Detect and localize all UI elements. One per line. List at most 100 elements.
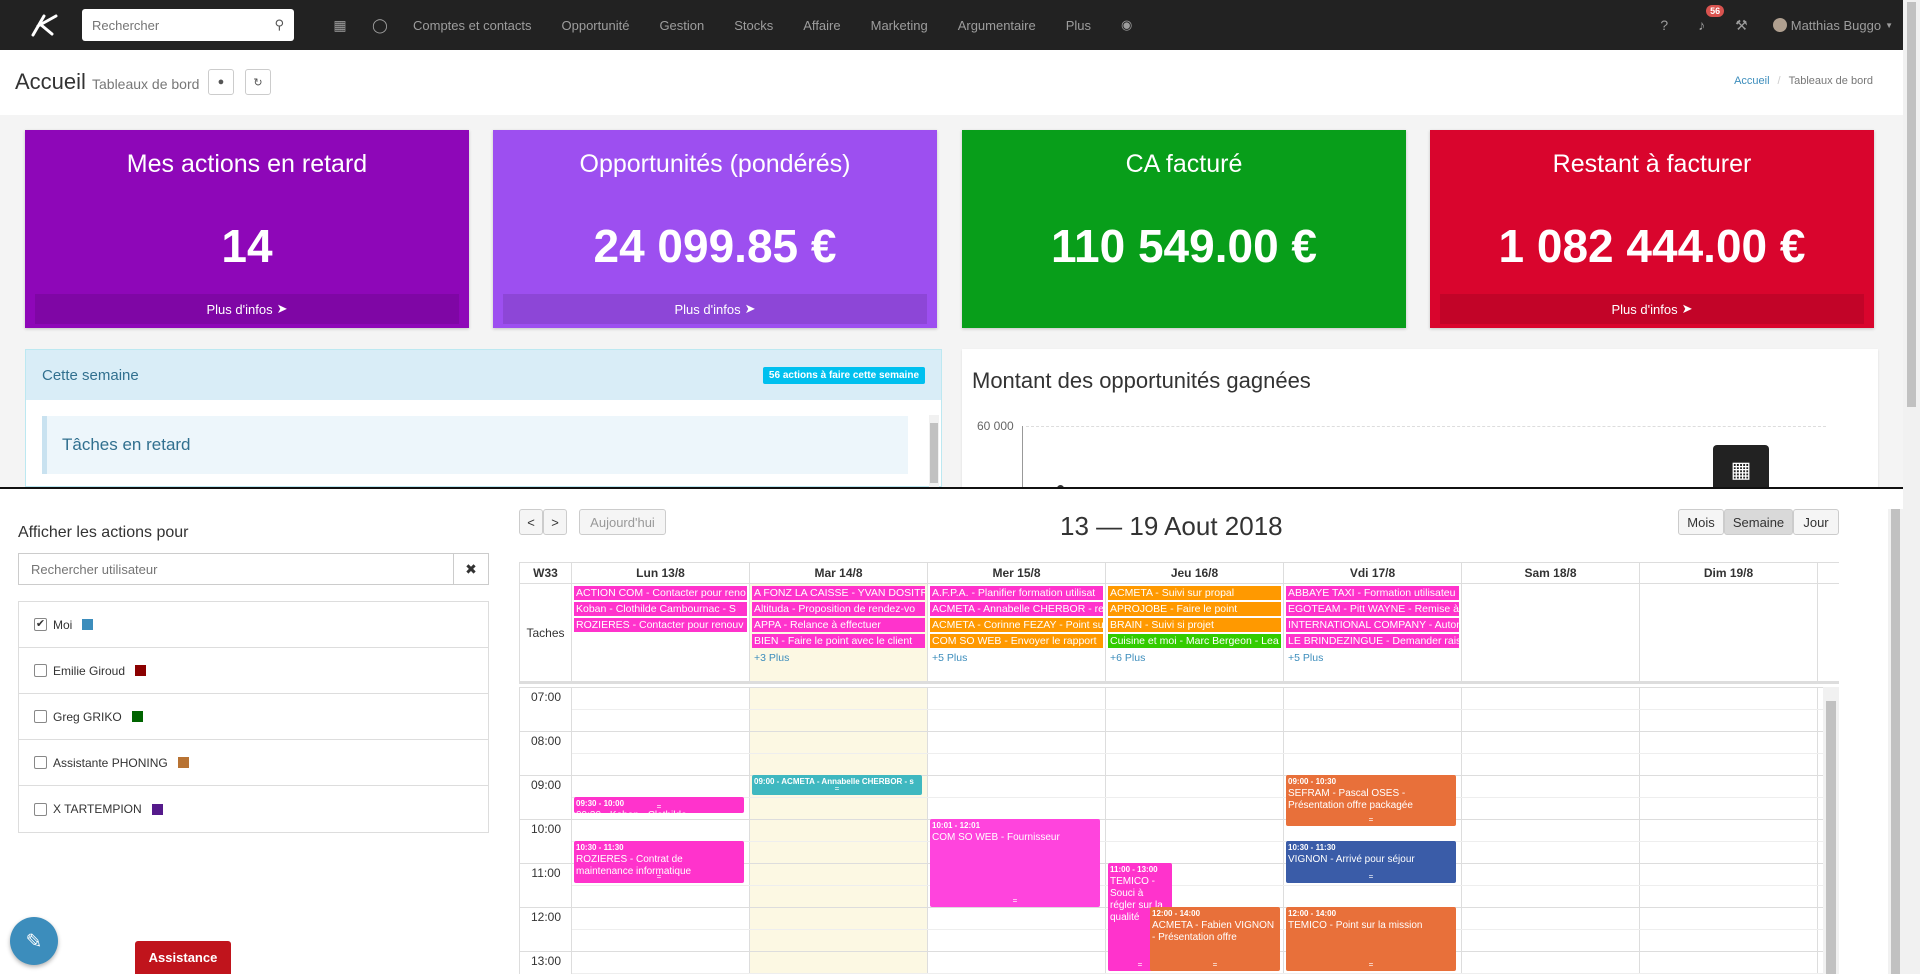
day-header[interactable]: Vdi 17/8 (1284, 563, 1462, 583)
calendar-event[interactable]: 10:01 - 12:01 COM SO WEB - Fournisseur = (930, 819, 1100, 908)
panel-scrollbar[interactable] (929, 415, 939, 487)
calendar-event[interactable]: 12:00 - 14:00 TEMICO - Point sur la missi… (1286, 907, 1456, 971)
calendar-event[interactable]: 09:00 - 10:30 SEFRAM - Pascal OSES - Prés… (1286, 775, 1456, 826)
resize-handle[interactable]: = (1286, 959, 1456, 971)
more-events-link[interactable]: +3 Plus (754, 652, 789, 664)
resize-handle[interactable]: = (752, 783, 922, 795)
help-icon[interactable]: ? (1660, 17, 1668, 33)
more-info-link[interactable]: Plus d'infos ➤ (503, 294, 927, 324)
menu-item-argumentaire[interactable]: Argumentaire (943, 18, 1051, 33)
resize-handle[interactable]: = (574, 871, 744, 883)
calendar-event[interactable]: APROJOBE - Faire le point (1108, 602, 1281, 616)
user-item[interactable]: Assistante PHONING (19, 740, 488, 786)
day-header[interactable]: Mar 14/8 (750, 563, 928, 583)
checkbox[interactable] (34, 756, 47, 769)
calendar-event[interactable]: COM SO WEB - Envoyer le rapport (930, 634, 1103, 648)
more-info-link[interactable]: Plus d'infos ➤ (1440, 294, 1864, 324)
menu-item-marketing[interactable]: Marketing (856, 18, 943, 33)
checkbox[interactable] (34, 802, 47, 816)
more-events-link[interactable]: +5 Plus (1288, 652, 1323, 664)
menu-item-gestion[interactable]: Gestion (644, 18, 719, 33)
calendar-event[interactable]: APPA - Relance à effectuer (752, 618, 925, 632)
calendar-icon[interactable]: ▦ (320, 17, 360, 34)
day-header[interactable]: Sam 18/8 (1462, 563, 1640, 583)
day-header[interactable]: Dim 19/8 (1640, 563, 1818, 583)
user-search[interactable]: ✖ (18, 553, 489, 585)
menu-item-plus[interactable]: Plus (1051, 18, 1106, 33)
menu-item-comptes[interactable]: Comptes et contacts (398, 18, 547, 33)
user-menu[interactable]: Matthias Buggo ▼ (1772, 18, 1893, 33)
resize-handle[interactable]: = (930, 895, 1100, 907)
calendar-event[interactable]: 10:30 - 11:30 VIGNON - Arrivé pour séjour… (1286, 841, 1456, 883)
calendar-event[interactable]: A FONZ LA CAISSE - YVAN DOSITR - (752, 586, 925, 600)
all-day-cell[interactable]: ABBAYE TAXI - Formation utilisateu EGOTEA… (1284, 584, 1462, 681)
calendar-event[interactable]: Cuisine et moi - Marc Bergeon - Lea (1108, 634, 1281, 648)
user-item[interactable]: Greg GRIKO (19, 694, 488, 740)
time-grid-scrollbar[interactable] (1823, 687, 1839, 974)
calendar-event[interactable]: 10:30 - 11:30 ROZIERES - Contrat de maint… (574, 841, 744, 883)
prev-button[interactable]: < (519, 509, 543, 535)
global-search[interactable]: ⚲ (82, 9, 294, 41)
calendar-event[interactable]: ACMETA - Annabelle CHERBOR - rel (930, 602, 1103, 616)
user-item[interactable]: ✔ Moi (19, 602, 488, 648)
all-day-cell[interactable] (1640, 584, 1818, 681)
dashboard-icon[interactable]: ◉ (1106, 17, 1147, 33)
user-item[interactable]: X TARTEMPION (19, 786, 488, 832)
menu-item-stocks[interactable]: Stocks (719, 18, 788, 33)
pin-button[interactable]: ● (208, 69, 234, 95)
calendar-event[interactable]: ROZIERES - Contacter pour renouv (574, 618, 747, 632)
assistance-button[interactable]: Assistance (135, 941, 231, 974)
view-week-button[interactable]: Semaine (1724, 509, 1793, 535)
calendar-event[interactable]: Altituda - Proposition de rendez-vo (752, 602, 925, 616)
late-tasks-box[interactable]: Tâches en retard (42, 416, 908, 474)
calendar-event[interactable]: EGOTEAM - Pitt WAYNE - Remise à j (1286, 602, 1459, 616)
bell-icon[interactable]: ♪ 56 (1698, 5, 1725, 33)
all-day-cell[interactable]: A.F.P.A. - Planifier formation utilisat A… (928, 584, 1106, 681)
calendar-event[interactable]: A.F.P.A. - Planifier formation utilisat (930, 586, 1103, 600)
calendar-event[interactable]: BRAIN - Suivi si projet (1108, 618, 1281, 632)
calendar-toggle-button[interactable]: ▦ (1713, 445, 1769, 487)
checkbox[interactable] (34, 710, 47, 723)
calendar-event[interactable]: BIEN - Faire le point avec le client (752, 634, 925, 648)
all-day-cell[interactable]: ACMETA - Suivi sur propal APROJOBE - Fair… (1106, 584, 1284, 681)
user-search-input[interactable] (19, 554, 453, 584)
day-header[interactable]: Jeu 16/8 (1106, 563, 1284, 583)
calendar-event[interactable]: 12:00 - 14:00 ACMETA - Fabien VIGNON - Pr… (1150, 907, 1280, 971)
clear-icon[interactable]: ✖ (453, 554, 488, 584)
checkbox[interactable]: ✔ (34, 618, 47, 631)
lightbulb-icon[interactable]: ◯ (360, 17, 400, 34)
calendar-event[interactable]: ABBAYE TAXI - Formation utilisateu (1286, 586, 1459, 600)
wrench-icon[interactable]: ⚒ (1735, 17, 1748, 34)
more-info-link[interactable]: Plus d'infos ➤ (35, 294, 459, 324)
menu-item-affaire[interactable]: Affaire (788, 18, 855, 33)
more-events-link[interactable]: +6 Plus (1110, 652, 1145, 664)
all-day-cell[interactable]: A FONZ LA CAISSE - YVAN DOSITR - Altituda… (750, 584, 928, 681)
day-header[interactable]: Mer 15/8 (928, 563, 1106, 583)
checkbox[interactable] (34, 664, 47, 677)
calendar-event[interactable]: INTERNATIONAL COMPANY - Autom (1286, 618, 1459, 632)
resize-handle[interactable]: = (1286, 814, 1456, 826)
global-search-input[interactable] (92, 17, 275, 33)
calendar-event[interactable]: ACTION COM - Contacter pour reno (574, 586, 747, 600)
day-header[interactable]: Lun 13/8 (572, 563, 750, 583)
calendar-event[interactable]: ACMETA - Corinne FEZAY - Point sui (930, 618, 1103, 632)
refresh-button[interactable]: ↻ (245, 69, 271, 95)
all-day-cell[interactable] (1462, 584, 1640, 681)
calendar-event[interactable]: 09:00 - ACMETA - Annabelle CHERBOR - s = (752, 775, 922, 795)
today-button[interactable]: Aujourd'hui (579, 509, 666, 535)
resize-handle[interactable]: = (1286, 871, 1456, 883)
view-month-button[interactable]: Mois (1678, 509, 1724, 535)
calendar-event[interactable]: Koban - Clothilde Cambournac - S (574, 602, 747, 616)
resize-handle[interactable]: = (1150, 959, 1280, 971)
app-logo[interactable] (20, 0, 70, 50)
calendar-event[interactable]: 09:30 - 10:0009:30 - Koban - Clothilde C… (574, 797, 744, 813)
calendar-event[interactable]: LE BRINDEZINGUE - Demander rais (1286, 634, 1459, 648)
more-events-link[interactable]: +5 Plus (932, 652, 967, 664)
breadcrumb-home[interactable]: Accueil (1734, 75, 1769, 87)
resize-handle[interactable]: = (574, 801, 744, 813)
edit-button[interactable]: ✎ (10, 917, 58, 965)
calendar-event[interactable]: ACMETA - Suivi sur propal (1108, 586, 1281, 600)
search-icon[interactable]: ⚲ (274, 17, 284, 33)
calendar-scrollbar[interactable] (1888, 509, 1903, 974)
page-scrollbar[interactable] (1903, 0, 1920, 974)
